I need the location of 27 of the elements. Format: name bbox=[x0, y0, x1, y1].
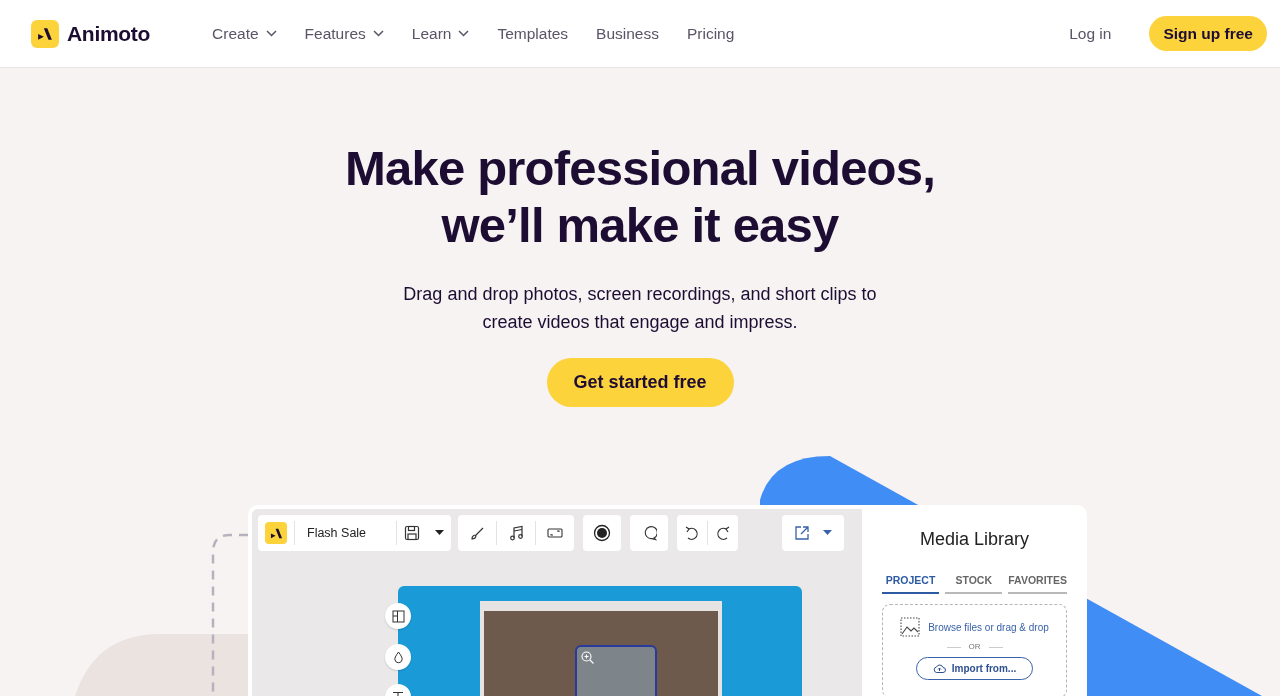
nav-link[interactable]: Features bbox=[304, 21, 384, 46]
nav-link[interactable]: Pricing bbox=[687, 21, 735, 46]
library-tab[interactable]: PROJECT bbox=[882, 566, 940, 595]
hero-headline: Make professional videos, we’ll make it easy bbox=[344, 140, 936, 254]
get-started-button[interactable]: Get started free bbox=[546, 358, 734, 407]
cloud-upload-icon bbox=[932, 663, 946, 675]
nav-link[interactable]: Templates bbox=[497, 21, 569, 46]
login-link[interactable]: Log in bbox=[1069, 21, 1112, 46]
nav-link[interactable]: Learn bbox=[411, 21, 470, 46]
hero-subtitle: Drag and drop photos, screen recordings, and short clips to create videos that engage and impress. bbox=[402, 283, 878, 334]
logo-icon bbox=[31, 19, 59, 48]
import-button[interactable]: Import from... bbox=[915, 657, 1034, 681]
zoom-icon bbox=[581, 651, 594, 664]
or-divider-text: OR bbox=[968, 641, 981, 654]
app-logo-icon bbox=[265, 522, 287, 544]
drop-icon[interactable] bbox=[385, 644, 411, 670]
project-name: Flash Sale bbox=[306, 524, 368, 542]
library-tab[interactable]: FAVORITES bbox=[1008, 566, 1067, 595]
browse-link[interactable]: Browse files or drag & drop bbox=[928, 619, 1049, 635]
nav-link[interactable]: Business bbox=[596, 21, 659, 46]
image-icon bbox=[900, 617, 921, 638]
panel-title: Media Library bbox=[918, 529, 1030, 551]
nav-link[interactable]: Create bbox=[212, 21, 277, 46]
logo-link[interactable]: Animoto bbox=[31, 17, 151, 50]
layout-icon[interactable] bbox=[385, 603, 411, 629]
library-tab[interactable]: STOCK bbox=[945, 566, 1003, 595]
signup-button[interactable]: Sign up free bbox=[1149, 16, 1267, 51]
